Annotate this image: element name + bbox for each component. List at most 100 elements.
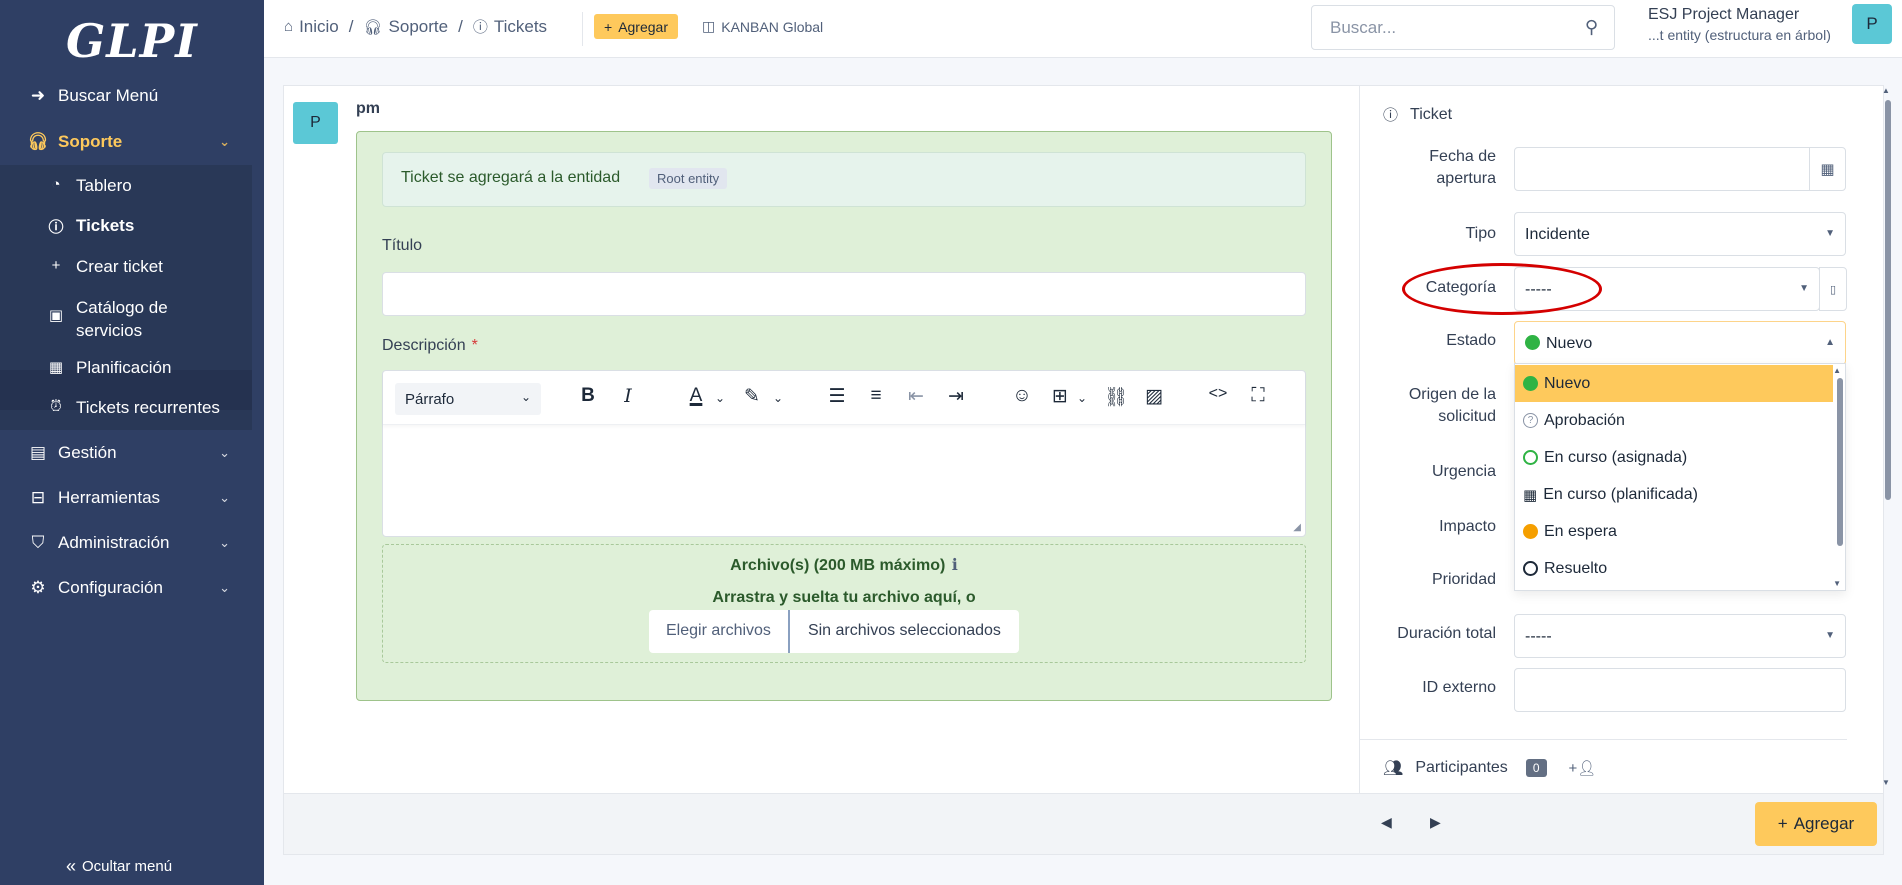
ticket-section-header[interactable]: ⓘ Ticket xyxy=(1383,104,1452,125)
indent-icon[interactable]: ⇥ xyxy=(943,385,969,408)
estado-option-resuelto[interactable]: Resuelto xyxy=(1515,550,1833,587)
kanban-global-link[interactable]: ◫ KANBAN Global xyxy=(702,18,823,35)
participants-section[interactable]: 👥︎ Participantes 0 +👤︎ xyxy=(1383,758,1596,778)
sidebar-item-crear-ticket[interactable]: + Crear ticket xyxy=(44,257,163,277)
chevron-down-icon[interactable]: ⌄ xyxy=(765,391,791,405)
files-drop-text: Arrastra y suelta tu archivo aquí, o xyxy=(712,589,976,606)
sidebar-item-administracion[interactable]: ⛉ Administración ⌄ xyxy=(26,533,256,553)
orange-dot-icon xyxy=(1523,524,1538,539)
sidebar-item-tablero[interactable]: ◔ Tablero xyxy=(44,176,131,196)
origen-label: Origen de la solicitud xyxy=(1408,386,1496,425)
plus-icon: + xyxy=(51,257,61,274)
calendar-small-icon: ▦ xyxy=(1523,486,1538,504)
image-icon[interactable]: ▨ xyxy=(1141,385,1167,408)
alert-circle-icon: ⓘ xyxy=(48,219,64,236)
chevron-down-icon: ⌄ xyxy=(219,134,230,149)
emoji-icon[interactable]: ☺ xyxy=(1009,385,1035,407)
dropdown-scrollbar[interactable] xyxy=(1837,378,1843,546)
chevron-down-icon: ⌄ xyxy=(219,445,230,460)
outdent-icon[interactable]: ⇤ xyxy=(903,385,929,408)
info-icon[interactable]: ℹ xyxy=(952,557,958,574)
choose-files-button[interactable]: Elegir archivos xyxy=(649,610,790,653)
paragraph-select[interactable]: Párrafo ⌄ xyxy=(395,383,541,415)
collapse-menu-button[interactable]: « Ocultar menú xyxy=(66,856,172,877)
resize-handle-icon[interactable]: ◢ xyxy=(1293,522,1301,533)
fullscreen-icon[interactable]: ⛶ xyxy=(1245,385,1271,407)
scroll-up-icon[interactable]: ▲ xyxy=(1833,366,1841,375)
sidebar-item-herramientas[interactable]: ⊟ Herramientas ⌄ xyxy=(26,488,256,508)
description-editor[interactable]: Párrafo ⌄ B I A ⌄ ✎ ⌄ ☰ ≡ ⇤ ⇥ ☺ ⊞ ⌄ ⛓ ▨ … xyxy=(382,370,1306,537)
estado-option-en-espera[interactable]: En espera xyxy=(1515,513,1833,550)
estado-label: Estado xyxy=(1446,332,1496,349)
sidebar-item-label: Tickets xyxy=(76,216,135,235)
estado-dropdown[interactable]: Nuevo ? Aprobación En curso (asignada) ▦… xyxy=(1514,363,1846,591)
scroll-down-icon[interactable]: ▼ xyxy=(1833,579,1841,588)
chevron-down-icon[interactable]: ⌄ xyxy=(1069,391,1095,405)
header-add-button[interactable]: + Agregar xyxy=(594,14,678,39)
italic-icon[interactable]: I xyxy=(615,385,641,407)
highlight-icon[interactable]: ✎ xyxy=(739,385,765,408)
plus-icon: + xyxy=(604,18,613,35)
previous-arrow-icon[interactable]: ◀ xyxy=(1381,814,1392,831)
breadcrumb-soporte[interactable]: 🎧︎ Soporte xyxy=(363,17,448,37)
estado-option-aprobacion[interactable]: ? Aprobación xyxy=(1515,402,1833,439)
estado-select[interactable]: Nuevo ▲ xyxy=(1514,321,1846,365)
caret-down-icon: ▼ xyxy=(1825,630,1835,641)
duracion-select[interactable]: ----- ▼ xyxy=(1514,614,1846,658)
fecha-apertura-label: Fecha de apertura xyxy=(1429,148,1496,187)
add-participant-icon[interactable]: +👤︎ xyxy=(1569,759,1597,777)
search-icon[interactable]: ⚲ xyxy=(1585,17,1598,38)
file-input[interactable]: Elegir archivos Sin archivos seleccionad… xyxy=(649,610,1019,653)
bold-icon[interactable]: B xyxy=(575,385,601,407)
estado-option-en-curso-asignada[interactable]: En curso (asignada) xyxy=(1515,439,1833,476)
next-arrow-icon[interactable]: ▶ xyxy=(1430,814,1441,831)
panel-scrollbar[interactable] xyxy=(1885,100,1891,500)
scroll-up-icon[interactable]: ▲ xyxy=(1882,86,1890,95)
sidebar-item-soporte[interactable]: 🎧︎ Soporte ⌄ xyxy=(26,132,256,152)
tipo-select[interactable]: Incidente ▼ xyxy=(1514,212,1846,256)
code-icon[interactable]: <> xyxy=(1205,385,1231,403)
id-externo-input[interactable] xyxy=(1514,668,1846,712)
sidebar-item-gestion[interactable]: ▤ Gestión ⌄ xyxy=(26,443,256,463)
sidebar-item-tickets[interactable]: ⓘ Tickets xyxy=(44,216,134,237)
glpi-logo[interactable]: GLPI xyxy=(66,14,198,68)
entity-notice: Ticket se agregará a la entidad Root ent… xyxy=(382,152,1306,207)
categoria-extra-button[interactable]: ▯ xyxy=(1819,267,1847,311)
breadcrumb-inicio[interactable]: ⌂ Inicio xyxy=(284,17,339,37)
calendar-icon: ▦ xyxy=(48,359,64,376)
calendar-icon[interactable]: ▦ xyxy=(1809,148,1845,190)
link-icon[interactable]: ⛓ xyxy=(1103,385,1129,409)
id-externo-label: ID externo xyxy=(1422,679,1496,696)
sidebar-item-tickets-recurrentes[interactable]: ⏰︎ Tickets recurrentes xyxy=(44,398,220,418)
bullet-list-icon[interactable]: ☰ xyxy=(824,385,850,408)
sidebar-item-label: Gestión xyxy=(58,443,117,462)
sidebar-item-configuracion[interactable]: ⚙ Configuración ⌄ xyxy=(26,578,256,598)
user-avatar[interactable]: P xyxy=(1852,4,1892,44)
breadcrumb-tickets[interactable]: ⓘ Tickets xyxy=(473,16,547,37)
text-color-icon[interactable]: A xyxy=(683,385,709,407)
add-ticket-button[interactable]: + Agregar xyxy=(1755,802,1877,846)
user-entity[interactable]: ...t entity (estructura en árbol) xyxy=(1648,27,1831,43)
title-input[interactable] xyxy=(382,272,1306,316)
sidebar-item-label: Tickets recurrentes xyxy=(76,398,220,417)
file-dropzone[interactable]: Archivo(s) (200 MB máximo) ℹ Arrastra y … xyxy=(382,544,1306,663)
caret-down-icon: ▼ xyxy=(1825,228,1835,239)
sidebar-item-planificacion[interactable]: ▦ Planificación xyxy=(44,358,172,378)
dashboard-icon: ◔ xyxy=(51,176,61,193)
users-icon: 👥︎ xyxy=(1383,760,1404,777)
briefcase-icon: ⊟ xyxy=(30,488,46,507)
fecha-apertura-input[interactable]: ▦ xyxy=(1514,147,1846,191)
alert-circle-icon: ⓘ xyxy=(472,19,488,36)
search-input[interactable]: Buscar... ⚲ xyxy=(1311,5,1615,50)
numbered-list-icon[interactable]: ≡ xyxy=(863,385,889,407)
sidebar-item-label: Administración xyxy=(58,533,170,552)
scroll-down-icon[interactable]: ▼ xyxy=(1882,778,1890,787)
required-mark: * xyxy=(471,337,478,354)
estado-option-nuevo[interactable]: Nuevo xyxy=(1515,365,1833,402)
chevron-down-icon[interactable]: ⌄ xyxy=(707,391,733,405)
estado-option-en-curso-planificada[interactable]: ▦ En curso (planificada) xyxy=(1515,476,1833,513)
entity-badge: Root entity xyxy=(649,168,728,189)
user-name[interactable]: ESJ Project Manager xyxy=(1648,6,1799,24)
sidebar-item-catalogo[interactable]: ▣ Catálogo de servicios xyxy=(44,296,168,342)
sidebar-item-buscar-menu[interactable]: ➜ Buscar Menú xyxy=(26,86,256,106)
